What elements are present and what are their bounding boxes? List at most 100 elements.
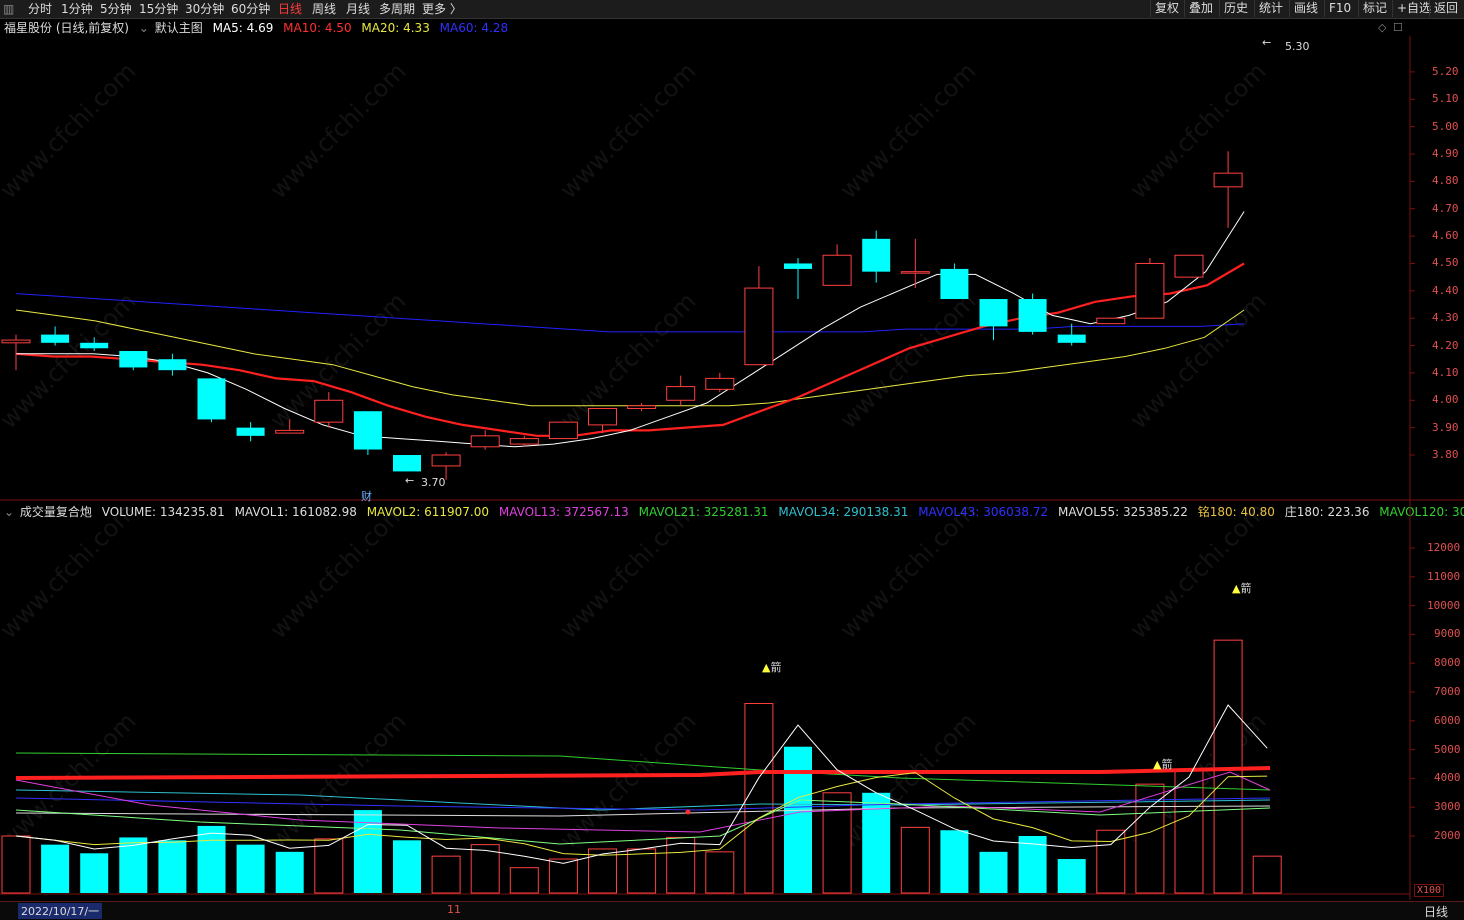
volume-bar [393,840,421,893]
overlay-button[interactable]: 叠加 [1184,0,1217,17]
price-tick-label: 4.80 [1432,174,1459,188]
volume-tick-label: 5000 [1434,742,1461,756]
candle-body [705,377,735,390]
period-button-monthly[interactable]: 月线 [346,1,370,17]
svg-text:www.cfchi.com: www.cfchi.com [554,707,701,854]
high-marker-arrow-icon: ← [1262,36,1272,49]
period-button-more[interactable]: 更多 〉 [422,1,462,17]
price-tick-label: 5.00 [1432,119,1459,133]
mark-button[interactable]: 标记 [1358,0,1391,17]
ma20-line [15,309,1245,407]
volume-tick-label: 7000 [1434,685,1461,698]
mavol34-value: MAVOL34: 290138.31 [778,505,909,519]
candle-body [509,438,539,445]
volume-tick-label: 10000 [1427,598,1461,612]
svg-text:www.cfchi.com: www.cfchi.com [1124,707,1271,854]
volume-unit-label: X100 [1414,884,1445,897]
svg-text:www.cfchi.com: www.cfchi.com [264,57,411,204]
mavol1-value: MAVOL1: 161082.98 [234,505,357,519]
volume-value: VOLUME: 134235.81 [101,505,225,519]
volume-ma-lines [15,704,1271,864]
candle-body [1,339,31,344]
signal-dot [685,809,691,815]
stock-title[interactable]: 福星股份 (日线,前复权) [4,21,129,35]
ma10-value: MA10: 4.50 [283,21,352,35]
volume-axis [1410,547,1415,837]
candle-body [158,359,187,371]
mavol2-value: MAVOL2: 611907.00 [366,505,490,519]
volume-bar [119,837,148,893]
svg-text:www.cfchi.com: www.cfchi.com [834,287,981,434]
period-button-30min[interactable]: 30分钟 [185,1,224,17]
candle-body [548,421,578,440]
mavol34-line [15,789,1271,811]
price-tick-label: 4.90 [1432,147,1459,160]
volume-tick-label: 11000 [1427,569,1461,583]
volume-bar [197,825,226,893]
volume-bar [979,851,1008,893]
template-name[interactable]: 默认主图 [155,21,203,35]
svg-text:www.cfchi.com: www.cfchi.com [0,57,141,204]
f10-button[interactable]: F10 [1324,0,1355,17]
back-button[interactable]: 返回 [1429,0,1462,17]
volume-bar [1096,829,1126,894]
volume-bar [1174,769,1204,894]
annotations [685,809,691,815]
volume-bar [80,853,109,893]
candles [1,151,1243,480]
ma60-value: MA60: 4.28 [439,21,509,35]
volume-bar [627,848,657,894]
mavol43-line [15,797,1271,811]
candle-body [744,287,774,366]
mavol13-line [15,771,1271,833]
arrow-signal-3: ▲箭 [1232,582,1252,595]
restore-rights-button[interactable]: 复权 [1150,0,1183,17]
statistics-button[interactable]: 统计 [1254,0,1287,17]
volume-indicator-name[interactable]: 成交量复合炮 [20,505,92,519]
volume-bar [940,830,969,893]
financial-event-marker[interactable]: 财 [361,488,372,504]
close-panel-icon[interactable]: ☐ [1393,21,1403,34]
period-button-1min[interactable]: 1分钟 [61,1,93,17]
volume-bar [470,844,500,894]
zhuang180-value: 庄180: 223.36 [1284,505,1370,519]
price-axis [1410,71,1415,456]
low-marker: 3.70 [421,476,446,489]
volume-bar [862,792,891,893]
mavol55-line [15,805,1271,817]
volume-indicator-dropdown-icon[interactable]: ⌄ [4,505,14,519]
period-button-5min[interactable]: 5分钟 [100,1,132,17]
period-button-60min[interactable]: 60分钟 [231,1,270,17]
volume-tick-label: 9000 [1434,627,1461,641]
history-button[interactable]: 历史 [1219,0,1252,17]
candle-body [1135,262,1165,319]
candle-body [784,263,812,269]
period-button-daily[interactable]: 日线 [278,1,302,17]
svg-text:www.cfchi.com: www.cfchi.com [264,287,411,434]
svg-text:www.cfchi.com: www.cfchi.com [554,287,701,434]
period-button-15min[interactable]: 15分钟 [139,1,178,17]
volume-bar [1213,639,1243,894]
volume-bar [900,826,930,894]
volume-bar [1252,855,1282,894]
draw-line-button[interactable]: 画线 [1289,0,1322,17]
volume-tick-label: 12000 [1427,541,1461,554]
period-button-multi[interactable]: 多周期 [379,1,415,17]
candle-body [353,411,382,450]
settings-diamond-icon[interactable]: ◇ [1378,21,1386,34]
kline-chart[interactable]: www.cfchi.com www.cfchi.com www.cfchi.co… [0,0,1464,919]
price-tick-label: 5.10 [1432,92,1459,106]
period-button-weekly[interactable]: 周线 [312,1,336,17]
candle-body [1174,254,1204,278]
mavol2-line [15,772,1268,856]
volume-bar [509,867,539,894]
ma20-value: MA20: 4.33 [361,21,430,35]
mavol120-line [15,752,1271,791]
window-menu-icon[interactable]: ▥ [3,1,17,17]
template-dropdown-icon[interactable]: ⌄ [139,21,149,35]
period-indicator[interactable]: 日线 [1424,903,1448,920]
candle-body [900,271,930,274]
period-button-fenshi[interactable]: 分时 [28,1,52,17]
price-tick-label: 3.80 [1432,448,1459,461]
svg-text:www.cfchi.com: www.cfchi.com [1124,287,1271,434]
